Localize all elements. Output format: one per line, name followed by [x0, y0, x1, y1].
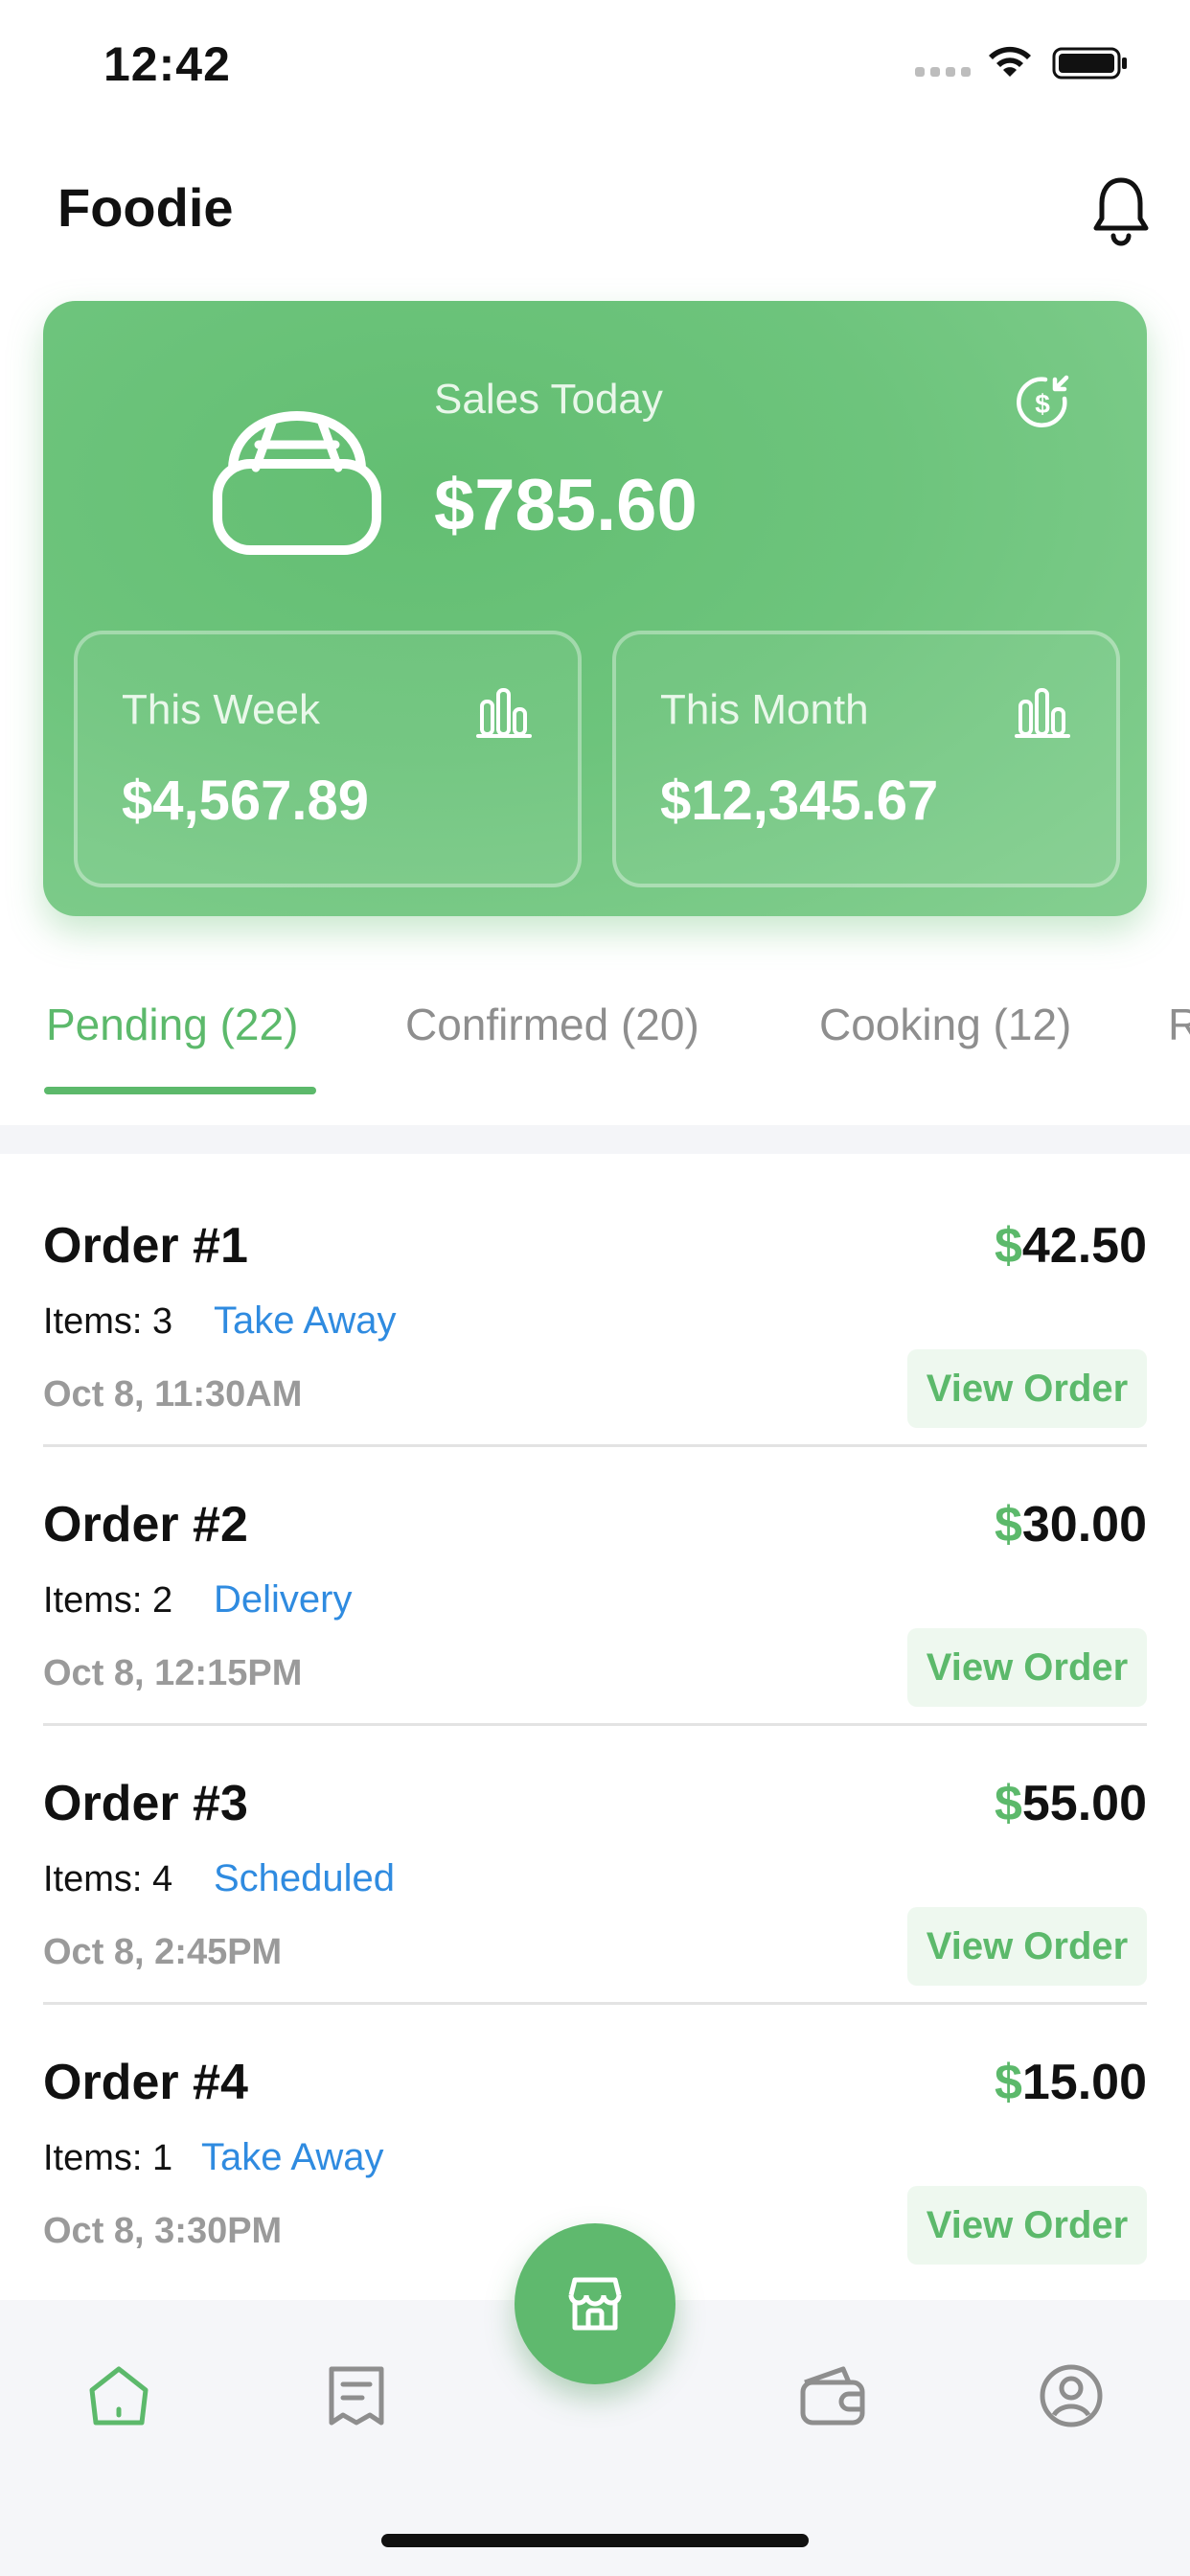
- order-date: Oct 8, 11:30AM: [43, 1374, 303, 1414]
- receipt-icon[interactable]: [318, 2358, 395, 2434]
- view-order-button[interactable]: View Order: [907, 1907, 1147, 1986]
- this-week-label: This Week: [122, 686, 321, 733]
- view-order-button[interactable]: View Order: [907, 1349, 1147, 1428]
- tab-confirmed[interactable]: Confirmed (20): [405, 999, 699, 1050]
- order-title: Order #2: [43, 1497, 248, 1552]
- order-amount: 55.00: [1021, 1776, 1147, 1831]
- bell-icon[interactable]: [1090, 174, 1152, 247]
- order-title: Order #1: [43, 1218, 248, 1274]
- order-amount: 30.00: [1021, 1497, 1147, 1552]
- order-date: Oct 8, 3:30PM: [43, 2211, 283, 2251]
- signal-icon: [915, 67, 971, 77]
- sales-today-label: Sales Today: [434, 376, 663, 423]
- divider: [43, 1723, 1147, 1726]
- tab-pending[interactable]: Pending (22): [46, 999, 298, 1050]
- order-card[interactable]: Order #3 $55.00 Items: 4 Scheduled Oct 8…: [43, 1727, 1147, 2005]
- sales-today-value: $785.60: [434, 465, 698, 546]
- order-items-count: Items: 4: [43, 1859, 173, 1899]
- bar-chart-icon: [1015, 688, 1070, 738]
- this-week-card[interactable]: This Week $4,567.89: [74, 631, 582, 887]
- currency-refresh-icon[interactable]: $: [1011, 370, 1074, 433]
- divider: [43, 1444, 1147, 1447]
- profile-icon[interactable]: [1033, 2358, 1110, 2434]
- wallet-icon[interactable]: [795, 2358, 872, 2434]
- currency-symbol: $: [994, 2055, 1022, 2110]
- order-price: $55.00: [995, 1775, 1147, 1832]
- bar-chart-icon: [476, 688, 532, 738]
- store-icon: [568, 2277, 622, 2331]
- order-card[interactable]: Order #2 $30.00 Items: 2 Delivery Oct 8,…: [43, 1448, 1147, 1726]
- order-items-count: Items: 2: [43, 1580, 173, 1621]
- order-amount: 42.50: [1021, 1218, 1147, 1274]
- tab-cooking[interactable]: Cooking (12): [819, 999, 1071, 1050]
- order-date: Oct 8, 12:15PM: [43, 1653, 303, 1693]
- order-items-count: Items: 3: [43, 1301, 173, 1342]
- order-type: Scheduled: [214, 1857, 396, 1899]
- order-amount: 15.00: [1021, 2055, 1147, 2110]
- order-date: Oct 8, 2:45PM: [43, 1932, 283, 1972]
- order-title: Order #4: [43, 2055, 248, 2110]
- view-order-button[interactable]: View Order: [907, 2186, 1147, 2265]
- this-week-value: $4,567.89: [122, 770, 370, 832]
- order-price: $30.00: [995, 1496, 1147, 1553]
- divider: [43, 2002, 1147, 2005]
- order-status-tabs: Pending (22) Confirmed (20) Cooking (12)…: [0, 978, 1190, 1096]
- view-order-button[interactable]: View Order: [907, 1628, 1147, 1707]
- currency-symbol: $: [994, 1776, 1022, 1831]
- svg-text:$: $: [1035, 389, 1050, 419]
- order-type: Take Away: [214, 1300, 397, 1342]
- sales-card: Sales Today $785.60 $ This Week $4,567.8…: [43, 301, 1147, 916]
- this-month-card[interactable]: This Month $12,345.67: [612, 631, 1120, 887]
- order-price: $42.50: [995, 1217, 1147, 1275]
- home-icon[interactable]: [80, 2358, 157, 2434]
- this-month-label: This Month: [660, 686, 869, 733]
- order-card[interactable]: Order #1 $42.50 Items: 3 Take Away Oct 8…: [43, 1169, 1147, 1447]
- section-divider: [0, 1125, 1190, 1154]
- order-items-count: Items: 1: [43, 2138, 173, 2178]
- status-time: 12:42: [103, 37, 231, 91]
- order-price: $15.00: [995, 2054, 1147, 2111]
- active-tab-indicator: [44, 1087, 316, 1094]
- order-type: Delivery: [214, 1578, 353, 1621]
- app-header: Foodie: [0, 153, 1190, 268]
- basket-icon: [213, 410, 381, 555]
- battery-icon: [1052, 47, 1127, 80]
- store-button[interactable]: [515, 2223, 675, 2384]
- tab-ready[interactable]: R: [1168, 999, 1190, 1050]
- currency-symbol: $: [994, 1497, 1022, 1552]
- app-title: Foodie: [57, 177, 234, 238]
- wifi-icon: [989, 46, 1031, 77]
- this-month-value: $12,345.67: [660, 770, 939, 832]
- currency-symbol: $: [994, 1218, 1022, 1274]
- home-indicator: [381, 2534, 809, 2547]
- status-bar: 12:42: [0, 0, 1190, 134]
- order-type: Take Away: [201, 2136, 384, 2178]
- order-title: Order #3: [43, 1776, 248, 1831]
